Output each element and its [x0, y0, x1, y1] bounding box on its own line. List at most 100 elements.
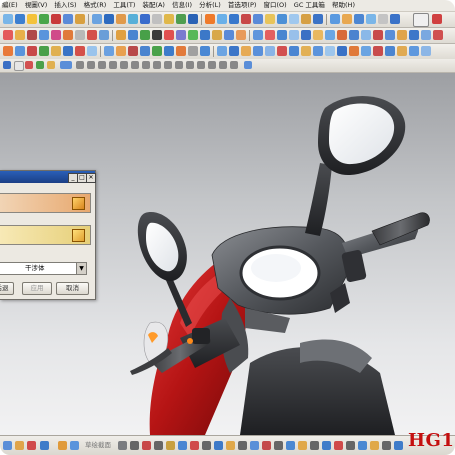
extend-curve-icon[interactable] — [128, 30, 138, 40]
transform-icon[interactable] — [15, 46, 25, 56]
finish-sketch-icon[interactable] — [58, 441, 67, 450]
menu-help[interactable]: 帮助(H) — [332, 0, 355, 11]
derived-line-icon[interactable] — [274, 441, 283, 450]
view-sketch-icon[interactable] — [188, 46, 198, 56]
show-constraints-icon[interactable] — [370, 441, 379, 450]
circle-tool-icon[interactable] — [154, 441, 163, 450]
camera-icon[interactable] — [373, 46, 383, 56]
refit-icon[interactable] — [397, 30, 407, 40]
cone-icon[interactable] — [39, 14, 49, 24]
csys-icon[interactable] — [366, 14, 376, 24]
curve-icon[interactable] — [3, 30, 13, 40]
expression-icon[interactable] — [378, 14, 388, 24]
perspective-icon[interactable] — [265, 46, 275, 56]
dialog-title-bar[interactable]: _ □ ✕ — [0, 171, 96, 183]
conic-tool-icon[interactable] — [322, 441, 331, 450]
sketch-dropdown-icon[interactable] — [40, 441, 49, 450]
reattach-icon[interactable] — [164, 46, 174, 56]
arc-tool-icon[interactable] — [142, 441, 151, 450]
arc-center-icon[interactable] — [186, 61, 194, 69]
quadrant-snap-icon[interactable] — [131, 61, 139, 69]
deviation-icon[interactable] — [433, 30, 443, 40]
point-tool-icon[interactable] — [238, 441, 247, 450]
menu-format[interactable]: 格式(R) — [84, 0, 107, 11]
trim-body-icon[interactable] — [176, 14, 186, 24]
edit-section-icon[interactable] — [349, 46, 359, 56]
x-form-icon[interactable] — [349, 30, 359, 40]
center-snap-icon[interactable] — [120, 61, 128, 69]
type-filter-icon[interactable] — [3, 61, 11, 69]
translucency-icon[interactable] — [87, 46, 97, 56]
sew-icon[interactable] — [253, 14, 263, 24]
select-tool-icon[interactable] — [72, 229, 85, 242]
thicken-icon[interactable] — [241, 14, 251, 24]
light-icon[interactable] — [385, 46, 395, 56]
isoparametric-icon[interactable] — [212, 30, 222, 40]
render-style-icon[interactable] — [413, 13, 429, 27]
sketch-name-icon[interactable] — [70, 441, 79, 450]
cancel-button[interactable]: 取消 — [56, 282, 89, 295]
chevron-down-icon[interactable]: ▼ — [76, 263, 86, 274]
midpoint-snap-icon[interactable] — [87, 61, 95, 69]
fit-icon[interactable] — [217, 46, 227, 56]
datum-axis-icon[interactable] — [342, 14, 352, 24]
bridge-curve-icon[interactable] — [87, 30, 97, 40]
shaded-icon[interactable] — [289, 46, 299, 56]
section-icon[interactable] — [176, 30, 186, 40]
split-body-icon[interactable] — [188, 14, 198, 24]
view-selection-icon[interactable] — [244, 61, 252, 69]
zoom-icon[interactable] — [229, 46, 239, 56]
face-blend-icon[interactable] — [277, 30, 287, 40]
point-on-curve-icon[interactable] — [153, 61, 161, 69]
perpendicular-icon[interactable] — [219, 61, 227, 69]
swept-icon[interactable] — [301, 14, 311, 24]
through-curves-icon[interactable] — [289, 14, 299, 24]
patch-icon[interactable] — [265, 14, 275, 24]
texture-icon[interactable] — [409, 46, 419, 56]
arc-icon[interactable] — [15, 30, 25, 40]
move-object-icon[interactable] — [3, 46, 13, 56]
existing-point-icon[interactable] — [142, 61, 150, 69]
snap-toggle-icon[interactable] — [60, 61, 72, 69]
datum-plane-icon[interactable] — [330, 14, 340, 24]
type-dropdown[interactable]: 干涉体 ▼ — [0, 262, 87, 275]
revolve-icon[interactable] — [15, 14, 25, 24]
point-icon[interactable] — [354, 14, 364, 24]
bounded-plane-icon[interactable] — [277, 14, 287, 24]
selection-scope-icon[interactable] — [14, 61, 24, 71]
edge-icon[interactable] — [409, 30, 419, 40]
transition-icon[interactable] — [301, 30, 311, 40]
studio-surface-icon[interactable] — [253, 30, 263, 40]
menu-tools[interactable]: 工具(T) — [113, 0, 135, 11]
styled-blend-icon[interactable] — [265, 30, 275, 40]
ellipse-tool-icon[interactable] — [310, 441, 319, 450]
project-curve-icon[interactable] — [51, 30, 61, 40]
offset-curve-tool-icon[interactable] — [250, 441, 259, 450]
profile-tool-icon[interactable] — [118, 441, 127, 450]
sketch-style-icon[interactable] — [176, 46, 186, 56]
subtract-icon[interactable] — [104, 14, 114, 24]
match-edge-icon[interactable] — [373, 30, 383, 40]
dynamic-section-icon[interactable] — [421, 30, 431, 40]
wrap-icon[interactable] — [224, 30, 234, 40]
spline-icon[interactable] — [27, 30, 37, 40]
n-sided-icon[interactable] — [289, 30, 299, 40]
sketch-mode-icon[interactable] — [3, 441, 12, 450]
check-icon[interactable] — [188, 30, 198, 40]
material-icon[interactable] — [397, 46, 407, 56]
measure-icon[interactable] — [390, 14, 400, 24]
bounded-grid-icon[interactable] — [208, 61, 216, 69]
face-analysis-icon[interactable] — [325, 46, 335, 56]
menu-preferences[interactable]: 首选项(P) — [228, 0, 257, 11]
delete-icon[interactable] — [27, 46, 37, 56]
trim-curve-icon[interactable] — [116, 30, 126, 40]
select-body-icon[interactable] — [72, 197, 85, 210]
helix-icon[interactable] — [39, 30, 49, 40]
global-shaping-icon[interactable] — [337, 30, 347, 40]
pattern-icon[interactable] — [205, 14, 215, 24]
menu-information[interactable]: 信息(I) — [172, 0, 192, 11]
make-corner-icon[interactable] — [334, 441, 343, 450]
line-tool-icon[interactable] — [130, 441, 139, 450]
pattern-curve-icon[interactable] — [286, 441, 295, 450]
spline-tool-icon[interactable] — [190, 441, 199, 450]
